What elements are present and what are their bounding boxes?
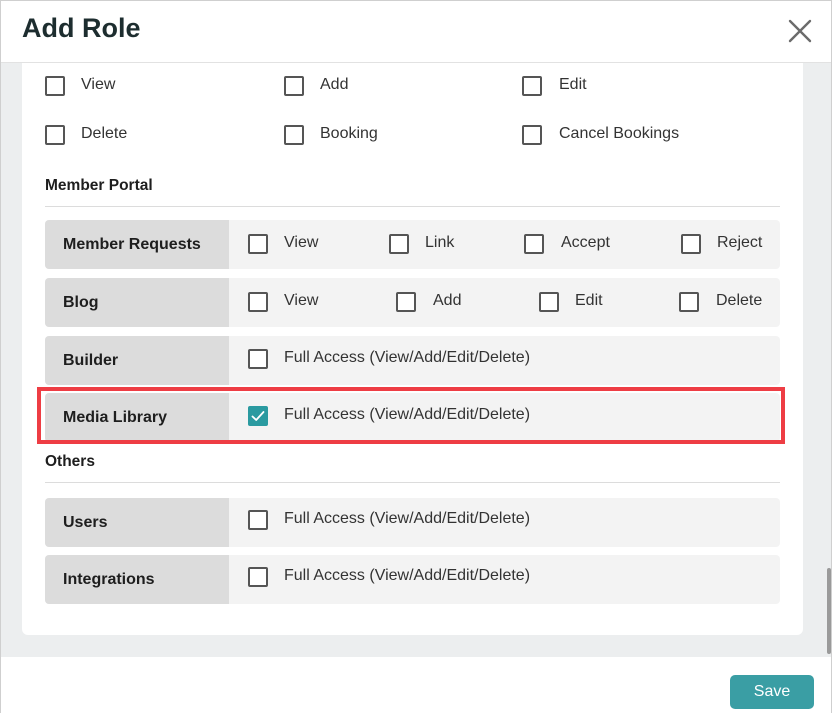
users-full-access-checkbox[interactable] [248, 510, 268, 530]
option-label: Full Access (View/Add/Edit/Delete) [284, 510, 531, 527]
row-label: Users [63, 514, 108, 531]
member-requests-row: Member Requests View Link Accept Reject [45, 220, 780, 269]
cancel-bookings-label: Cancel Bookings [559, 125, 680, 142]
blog-row: Blog View Add Edit Delete [45, 278, 780, 327]
highlight-box [37, 387, 785, 444]
divider [45, 206, 780, 207]
users-row: Users Full Access (View/Add/Edit/Delete) [45, 498, 780, 547]
view-label: View [81, 76, 116, 93]
member-requests-accept-checkbox[interactable] [524, 234, 544, 254]
integrations-row: Integrations Full Access (View/Add/Edit/… [45, 555, 780, 604]
cancel-bookings-checkbox[interactable] [522, 125, 542, 145]
option-label: Reject [717, 234, 763, 251]
dialog-body[interactable]: View Add Edit Delete Booking Cancel Book… [1, 63, 831, 657]
close-icon[interactable] [784, 15, 816, 47]
dialog-title: Add Role [22, 13, 141, 43]
builder-full-access-checkbox[interactable] [248, 349, 268, 369]
blog-add-checkbox[interactable] [396, 292, 416, 312]
booking-label: Booking [320, 125, 378, 142]
blog-edit-checkbox[interactable] [539, 292, 559, 312]
delete-checkbox[interactable] [45, 125, 65, 145]
option-label: Edit [575, 292, 603, 309]
option-label: View [284, 234, 319, 251]
others-heading: Others [45, 453, 95, 470]
permissions-card: View Add Edit Delete Booking Cancel Book… [22, 63, 803, 635]
row-label: Member Requests [63, 236, 201, 253]
blog-delete-checkbox[interactable] [679, 292, 699, 312]
option-label: Full Access (View/Add/Edit/Delete) [284, 349, 531, 366]
option-label: Delete [716, 292, 763, 309]
view-checkbox[interactable] [45, 76, 65, 96]
dialog-header: Add Role [1, 1, 831, 63]
divider [45, 482, 780, 483]
member-requests-view-checkbox[interactable] [248, 234, 268, 254]
booking-checkbox[interactable] [284, 125, 304, 145]
option-label: Full Access (View/Add/Edit/Delete) [284, 567, 531, 584]
add-role-dialog: Add Role View Add Edit Delete Booking Ca… [0, 0, 832, 713]
option-label: View [284, 292, 319, 309]
add-checkbox[interactable] [284, 76, 304, 96]
delete-label: Delete [81, 125, 128, 142]
integrations-full-access-checkbox[interactable] [248, 567, 268, 587]
row-label: Blog [63, 294, 99, 311]
blog-view-checkbox[interactable] [248, 292, 268, 312]
option-label: Link [425, 234, 455, 251]
member-portal-heading: Member Portal [45, 177, 153, 194]
row-label: Integrations [63, 571, 155, 588]
dialog-footer: Save [1, 657, 831, 713]
member-requests-reject-checkbox[interactable] [681, 234, 701, 254]
option-label: Accept [561, 234, 610, 251]
edit-label: Edit [559, 76, 587, 93]
save-button[interactable]: Save [730, 675, 814, 709]
row-label: Builder [63, 352, 119, 369]
scrollbar-thumb[interactable] [827, 568, 831, 654]
builder-row: Builder Full Access (View/Add/Edit/Delet… [45, 336, 780, 385]
add-label: Add [320, 76, 349, 93]
member-requests-link-checkbox[interactable] [389, 234, 409, 254]
option-label: Add [433, 292, 462, 309]
edit-checkbox[interactable] [522, 76, 542, 96]
